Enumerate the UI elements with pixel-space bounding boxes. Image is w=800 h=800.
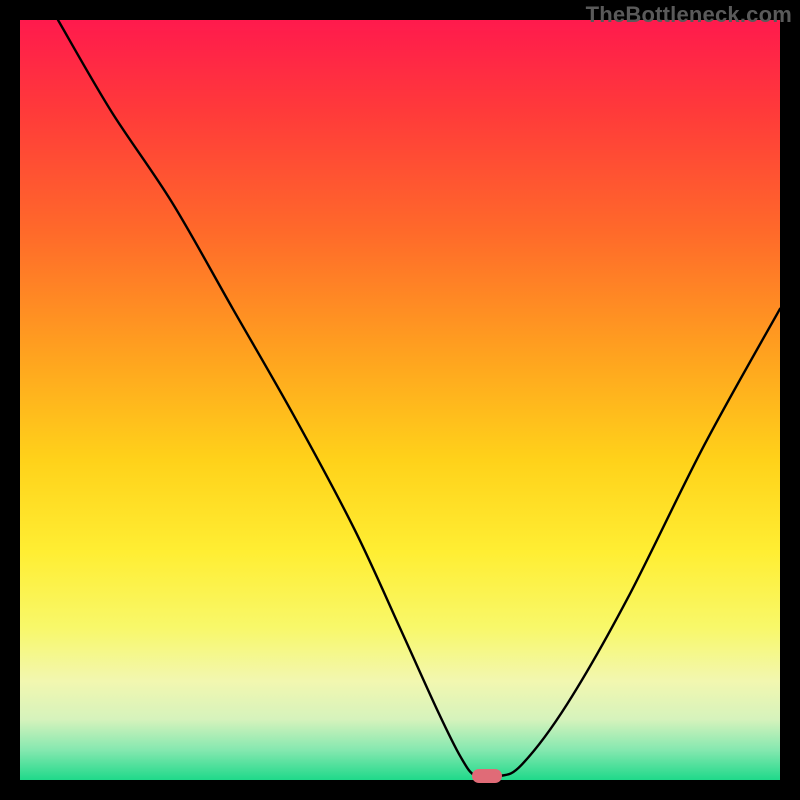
bottleneck-curve	[20, 20, 780, 780]
chart-frame: TheBottleneck.com	[0, 0, 800, 800]
watermark-text: TheBottleneck.com	[586, 2, 792, 28]
optimal-marker	[472, 769, 502, 783]
curve-path	[58, 20, 780, 778]
